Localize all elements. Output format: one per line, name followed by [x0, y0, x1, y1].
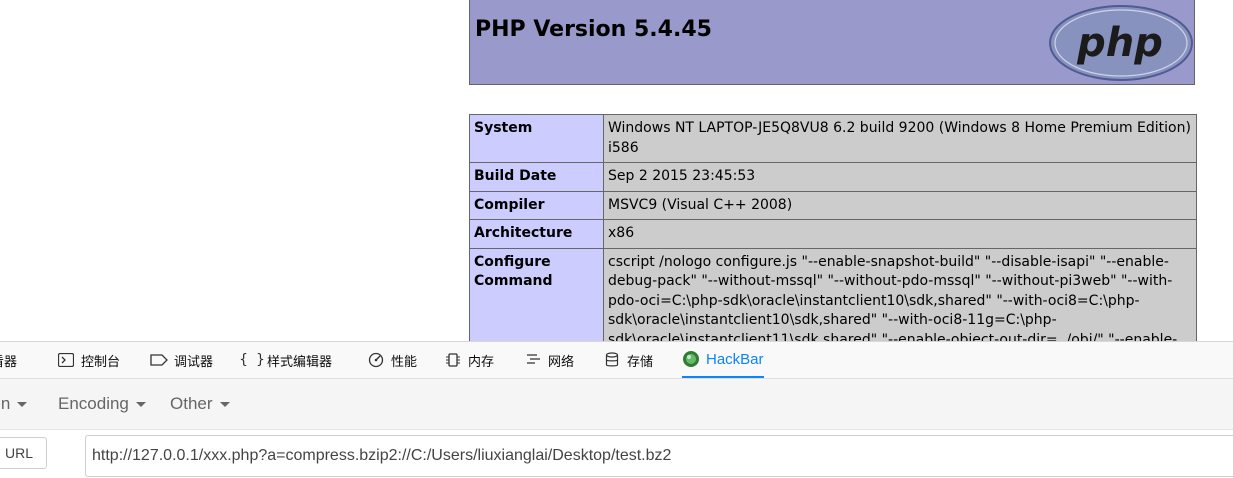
- table-row: Build Date Sep 2 2015 23:45:53: [469, 162, 1197, 192]
- tab-label: 内存: [468, 354, 495, 370]
- tab-label: 样式编辑器: [267, 354, 333, 370]
- tab-label: 控制台: [81, 354, 121, 370]
- devtools-panel: 查看器 控制台 调试器 { } 样式编辑器 性能: [0, 341, 1233, 478]
- menu-label: Encoding: [58, 394, 129, 413]
- page-title: PHP Version 5.4.45: [475, 17, 712, 42]
- row-key: Compiler: [469, 190, 604, 220]
- chevron-down-icon: [219, 401, 230, 407]
- url-input[interactable]: [85, 435, 1233, 477]
- chevron-down-icon: [17, 401, 28, 407]
- tab-network[interactable]: 网络: [524, 342, 574, 378]
- row-value: MSVC9 (Visual C++ 2008): [603, 190, 1197, 220]
- tab-label: 查看器: [0, 354, 18, 370]
- style-editor-icon: { }: [239, 352, 265, 368]
- tab-console[interactable]: 控制台: [57, 342, 120, 378]
- debugger-icon: [150, 352, 168, 368]
- tab-label: HackBar: [706, 350, 764, 368]
- row-key: Architecture: [469, 219, 604, 249]
- tab-style-editor[interactable]: { } 样式编辑器: [239, 342, 333, 378]
- phpinfo-table: System Windows NT LAPTOP-JE5Q8VU8 6.2 bu…: [469, 114, 1197, 375]
- storage-icon: [603, 352, 621, 368]
- menu-label: Encryption: [0, 394, 11, 413]
- hackbar-icon: [682, 351, 700, 367]
- php-logo: php: [1049, 5, 1193, 81]
- performance-icon: [367, 352, 385, 368]
- tab-debugger[interactable]: 调试器: [150, 342, 213, 378]
- console-icon: [57, 352, 75, 368]
- hackbar-body: URL: [0, 430, 1233, 478]
- encoding-menu[interactable]: Encoding: [58, 379, 146, 429]
- row-key: System: [469, 114, 604, 163]
- chevron-down-icon: [135, 401, 146, 407]
- row-value: Sep 2 2015 23:45:53: [603, 162, 1197, 192]
- tab-hackbar[interactable]: HackBar: [682, 342, 764, 378]
- tab-memory[interactable]: 内存: [444, 342, 494, 378]
- tab-label: 存储: [627, 354, 654, 370]
- row-value: x86: [603, 219, 1197, 249]
- other-menu[interactable]: Other: [170, 379, 230, 429]
- php-header: PHP Version 5.4.45 php: [469, 0, 1195, 85]
- encryption-menu[interactable]: Encryption: [0, 379, 28, 429]
- tab-inspector[interactable]: 查看器: [0, 342, 17, 378]
- row-value: Windows NT LAPTOP-JE5Q8VU8 6.2 build 920…: [603, 114, 1197, 163]
- hackbar-toolbar: Encryption Encoding Other: [0, 379, 1233, 430]
- network-icon: [524, 352, 542, 368]
- memory-icon: [444, 352, 462, 368]
- table-row: Compiler MSVC9 (Visual C++ 2008): [469, 190, 1197, 220]
- row-key: Build Date: [469, 162, 604, 192]
- tab-label: 网络: [548, 354, 575, 370]
- tab-label: 性能: [391, 354, 418, 370]
- svg-text:php: php: [1076, 20, 1163, 66]
- table-row: Architecture x86: [469, 219, 1197, 249]
- tab-label: 调试器: [174, 354, 214, 370]
- tab-storage[interactable]: 存储: [603, 342, 653, 378]
- table-row: System Windows NT LAPTOP-JE5Q8VU8 6.2 bu…: [469, 114, 1197, 163]
- load-url-button[interactable]: URL: [0, 437, 47, 469]
- menu-label: Other: [170, 394, 213, 413]
- tab-performance[interactable]: 性能: [367, 342, 417, 378]
- devtools-tabbar: 查看器 控制台 调试器 { } 样式编辑器 性能: [0, 342, 1233, 379]
